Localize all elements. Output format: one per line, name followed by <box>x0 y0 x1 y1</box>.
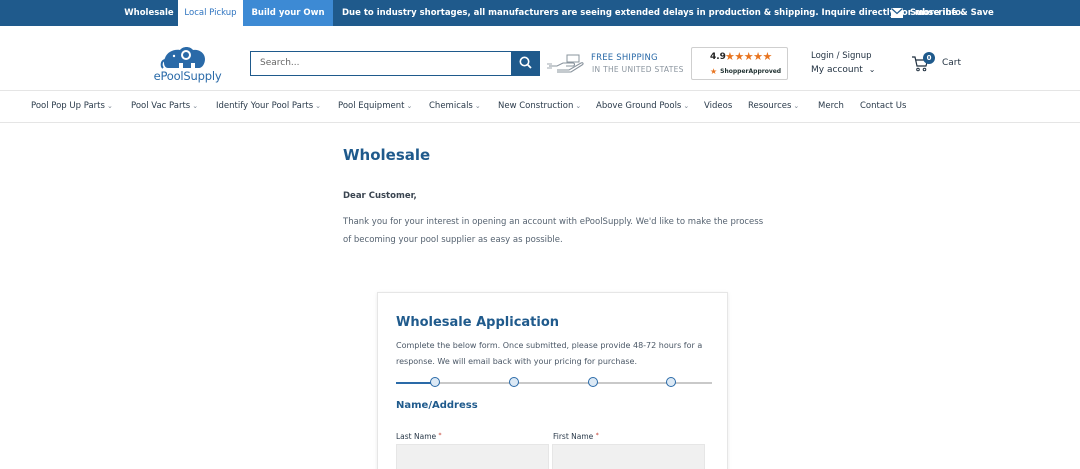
hand-delivery-icon <box>547 53 585 75</box>
star-icon: ★ <box>710 67 718 76</box>
main-navigation: Pool Pop Up Parts ⌄ Pool Vac Parts ⌄ Ident… <box>0 90 1080 123</box>
tab-build-your-own-pool[interactable]: Build your Own Pool <box>243 0 333 44</box>
nav-videos[interactable]: Videos <box>704 101 732 111</box>
form-description-line-1: Complete the below form. Once submitted,… <box>396 341 703 350</box>
chevron-down-icon: ⌄ <box>868 65 876 74</box>
chevron-down-icon: ⌄ <box>793 102 800 110</box>
shopper-approved-label: ShopperApproved <box>720 68 782 75</box>
chevron-down-icon: ⌄ <box>575 102 582 110</box>
nav-above-ground-pools[interactable]: Above Ground Pools ⌄ <box>596 101 689 111</box>
search-button[interactable] <box>511 51 540 76</box>
required-marker: * <box>438 432 442 439</box>
subscribe-label: Subscribe & Save <box>910 8 994 18</box>
rating-score: 4.9 <box>710 52 726 62</box>
nav-identify-pool-parts[interactable]: Identify Your Pool Parts ⌄ <box>216 101 321 111</box>
chevron-down-icon: ⌄ <box>474 102 481 110</box>
step-indicator-1[interactable] <box>430 377 440 387</box>
form-step-progress <box>396 377 712 387</box>
page-title: Wholesale <box>343 146 431 164</box>
shortage-notice: Due to industry shortages, all manufactu… <box>342 8 965 18</box>
announcement-bar: Wholesale Local Pickup Build your Own Po… <box>0 0 1080 44</box>
intro-paragraph-line-2: of becoming your pool supplier as easy a… <box>343 235 563 245</box>
tab-local-pickup[interactable]: Local Pickup <box>178 0 243 26</box>
tab-wholesale[interactable]: Wholesale <box>120 0 178 26</box>
nav-chemicals[interactable]: Chemicals ⌄ <box>429 101 481 111</box>
chevron-down-icon: ⌄ <box>192 102 199 110</box>
free-shipping-subtitle: IN THE UNITED STATES <box>592 65 684 74</box>
first-name-field[interactable] <box>552 444 705 469</box>
name-address-section-title: Name/Address <box>396 400 478 411</box>
form-title: Wholesale Application <box>396 315 560 330</box>
nav-new-construction[interactable]: New Construction ⌄ <box>498 101 581 111</box>
first-name-label: First Name * <box>553 432 599 441</box>
rating-stars-icon: ★★★★★ <box>725 50 772 63</box>
login-signup-link[interactable]: Login / Signup <box>811 51 872 61</box>
form-description-line-2: response. We will email back with your p… <box>396 357 637 366</box>
last-name-field[interactable] <box>396 444 549 469</box>
subscribe-link[interactable]: Subscribe & Save <box>891 0 994 26</box>
chevron-down-icon: ⌄ <box>406 102 413 110</box>
envelope-icon <box>891 8 903 18</box>
logo-wordmark: ePoolSupply <box>153 69 222 83</box>
nav-pool-pop-up-parts[interactable]: Pool Pop Up Parts ⌄ <box>31 101 113 111</box>
cart-link[interactable]: Cart <box>942 58 961 68</box>
step-indicator-2[interactable] <box>509 377 519 387</box>
nav-merch[interactable]: Merch <box>818 101 844 111</box>
greeting-text: Dear Customer, <box>343 191 417 201</box>
nav-contact-us[interactable]: Contact Us <box>860 101 906 111</box>
nav-resources[interactable]: Resources ⌄ <box>748 101 799 111</box>
step-indicator-4[interactable] <box>666 377 676 387</box>
cart-count-badge: 0 <box>923 52 935 64</box>
chevron-down-icon: ⌄ <box>106 102 113 110</box>
search-input[interactable]: Search... <box>250 51 512 76</box>
my-account-label: My account <box>811 65 863 75</box>
shopper-approved-logo: ★ ShopperApproved <box>710 67 781 76</box>
shopper-approved-badge[interactable]: 4.9 ★★★★★ ★ ShopperApproved <box>691 47 788 80</box>
intro-paragraph-line-1: Thank you for your interest in opening a… <box>343 217 764 227</box>
search-icon <box>519 54 532 73</box>
chevron-down-icon: ⌄ <box>315 102 322 110</box>
nav-pool-vac-parts[interactable]: Pool Vac Parts ⌄ <box>131 101 198 111</box>
nav-pool-equipment[interactable]: Pool Equipment ⌄ <box>338 101 412 111</box>
last-name-label: Last Name * <box>396 432 442 441</box>
required-marker: * <box>595 432 599 439</box>
step-indicator-3[interactable] <box>588 377 598 387</box>
chevron-down-icon: ⌄ <box>683 102 690 110</box>
wholesale-application-card: Wholesale Application Complete the below… <box>377 292 728 469</box>
my-account-menu[interactable]: My account ⌄ <box>811 65 875 75</box>
free-shipping-title: FREE SHIPPING <box>591 53 658 63</box>
